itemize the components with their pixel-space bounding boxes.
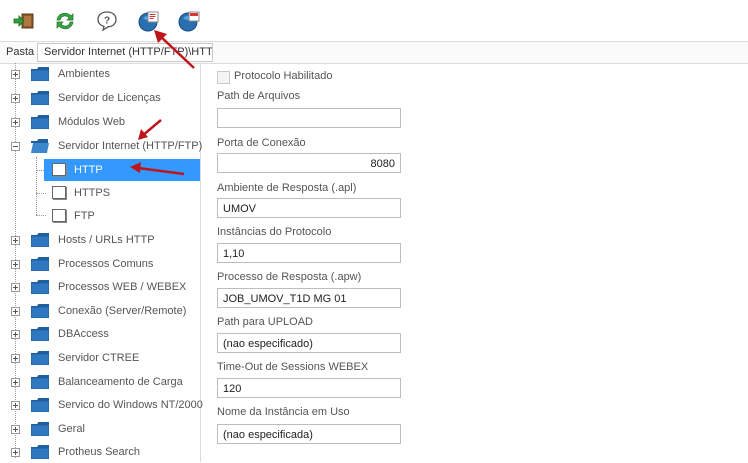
tree-item-label: Conexão (Server/Remote) bbox=[58, 305, 187, 317]
tree-item-label: FTP bbox=[74, 210, 95, 222]
ambiente-resposta-field[interactable]: UMOV bbox=[217, 198, 401, 218]
expand-icon[interactable] bbox=[11, 118, 20, 127]
config-icon[interactable] bbox=[177, 9, 201, 33]
tree-item-conexao[interactable]: Conexão (Server/Remote) bbox=[0, 300, 200, 322]
page-icon bbox=[52, 186, 66, 199]
folder-icon bbox=[31, 115, 49, 129]
tree-item-processos-comuns[interactable]: Processos Comuns bbox=[0, 253, 200, 275]
child-connector bbox=[36, 157, 37, 215]
tree-item-label: Processos Comuns bbox=[58, 258, 154, 270]
tree-item-servidor-internet[interactable]: Servidor Internet (HTTP/FTP) bbox=[0, 135, 203, 157]
tree-item-label: DBAccess bbox=[58, 328, 109, 340]
tree-item-label: Servidor Internet (HTTP/FTP) bbox=[58, 140, 203, 152]
protocolo-habilitado-checkbox[interactable] bbox=[217, 71, 230, 84]
tree-item-balanceamento[interactable]: Balanceamento de Carga bbox=[0, 371, 200, 393]
toolbar: ? bbox=[0, 0, 748, 40]
tree-item-geral[interactable]: Geral bbox=[0, 418, 200, 440]
tree-item-label: Processos WEB / WEBEX bbox=[58, 281, 187, 293]
svg-text:?: ? bbox=[104, 16, 110, 27]
tree-panel: Ambientes Servidor de Licenças Módulos W… bbox=[0, 63, 203, 463]
folder-icon bbox=[31, 375, 49, 389]
processo-resposta-label: Processo de Resposta (.apw) bbox=[217, 271, 362, 283]
tree-item-label: Servico do Windows NT/2000 bbox=[58, 399, 203, 411]
folder-icon bbox=[31, 398, 49, 412]
folder-icon bbox=[31, 233, 49, 247]
expand-icon[interactable] bbox=[11, 283, 20, 292]
expand-icon[interactable] bbox=[11, 260, 20, 269]
tree-item-servidor-licencas[interactable]: Servidor de Licenças bbox=[0, 87, 200, 109]
ambiente-resposta-label: Ambiente de Resposta (.apl) bbox=[217, 182, 357, 194]
tree-item-label: Servidor de Licenças bbox=[58, 92, 161, 104]
expand-icon[interactable] bbox=[11, 307, 20, 316]
folder-icon bbox=[31, 304, 49, 318]
expand-icon[interactable] bbox=[11, 94, 20, 103]
folder-icon bbox=[31, 91, 49, 105]
tree-item-label: Protheus Search bbox=[58, 446, 140, 458]
tree-item-label: Módulos Web bbox=[58, 116, 126, 128]
protocolo-habilitado-label: Protocolo Habilitado bbox=[234, 70, 333, 82]
tree-item-label: Hosts / URLs HTTP bbox=[58, 234, 155, 246]
path-label: Pasta bbox=[6, 46, 35, 58]
folder-icon bbox=[31, 257, 49, 271]
tree-item-modulos-web[interactable]: Módulos Web bbox=[0, 111, 200, 133]
folder-icon bbox=[31, 422, 49, 436]
properties-form: Protocolo Habilitado Path de Arquivos Po… bbox=[200, 63, 748, 462]
expand-icon[interactable] bbox=[11, 448, 20, 457]
tree-item-ambientes[interactable]: Ambientes bbox=[0, 63, 200, 85]
tree-item-label: Ambientes bbox=[58, 68, 110, 80]
path-upload-field[interactable]: (nao especificado) bbox=[217, 333, 401, 353]
expand-icon[interactable] bbox=[11, 425, 20, 434]
page-icon bbox=[52, 163, 66, 176]
expand-icon[interactable] bbox=[11, 354, 20, 363]
tree-item-label: Geral bbox=[58, 423, 85, 435]
nome-instancia-label: Nome da Instância em Uso bbox=[217, 406, 350, 418]
timeout-webex-field[interactable]: 120 bbox=[217, 378, 401, 398]
tree-item-hosts-urls[interactable]: Hosts / URLs HTTP bbox=[0, 229, 200, 251]
collapse-icon[interactable] bbox=[11, 142, 20, 151]
porta-conexao-field[interactable]: 8080 bbox=[217, 153, 401, 173]
path-arquivos-label: Path de Arquivos bbox=[217, 90, 301, 102]
open-folder-icon bbox=[31, 139, 49, 153]
path-arquivos-field[interactable] bbox=[217, 108, 401, 128]
tree-item-label: HTTP bbox=[74, 164, 103, 176]
tree-item-dbaccess[interactable]: DBAccess bbox=[0, 323, 200, 345]
path-upload-label: Path para UPLOAD bbox=[217, 316, 313, 328]
exit-icon[interactable] bbox=[12, 9, 36, 33]
porta-conexao-label: Porta de Conexão bbox=[217, 137, 306, 149]
processo-resposta-field[interactable]: JOB_UMOV_T1D MG 01 bbox=[217, 288, 401, 308]
tree-item-label: Balanceamento de Carga bbox=[58, 376, 183, 388]
tree-item-http[interactable]: HTTP bbox=[44, 159, 200, 181]
refresh-icon[interactable] bbox=[53, 9, 77, 33]
timeout-webex-label: Time-Out de Sessions WEBEX bbox=[217, 361, 369, 373]
folder-icon bbox=[31, 445, 49, 459]
tree-item-ftp[interactable]: FTP bbox=[44, 205, 200, 227]
edit-icon[interactable] bbox=[137, 9, 161, 33]
tree-item-label: HTTPS bbox=[74, 187, 111, 199]
nome-instancia-field[interactable]: (nao especificada) bbox=[217, 424, 401, 444]
expand-icon[interactable] bbox=[11, 401, 20, 410]
folder-icon bbox=[31, 67, 49, 81]
folder-icon bbox=[31, 351, 49, 365]
page-icon bbox=[52, 209, 66, 222]
folder-icon bbox=[31, 327, 49, 341]
instancias-field[interactable]: 1,10 bbox=[217, 243, 401, 263]
tree-item-servidor-ctree[interactable]: Servidor CTREE bbox=[0, 347, 200, 369]
tree-item-servico-windows[interactable]: Servico do Windows NT/2000 bbox=[0, 394, 203, 416]
tree-item-processos-web[interactable]: Processos WEB / WEBEX bbox=[0, 276, 200, 298]
expand-icon[interactable] bbox=[11, 70, 20, 79]
tree-item-label: Servidor CTREE bbox=[58, 352, 140, 364]
folder-icon bbox=[31, 280, 49, 294]
expand-icon[interactable] bbox=[11, 378, 20, 387]
instancias-label: Instâncias do Protocolo bbox=[217, 226, 332, 238]
help-icon[interactable]: ? bbox=[95, 9, 119, 33]
tree-item-protheus-search[interactable]: Protheus Search bbox=[0, 441, 200, 463]
path-field[interactable]: Servidor Internet (HTTP/FTP)\HTTP bbox=[37, 43, 213, 62]
expand-icon[interactable] bbox=[11, 330, 20, 339]
folder-path-bar: Pasta Servidor Internet (HTTP/FTP)\HTTP bbox=[0, 41, 748, 64]
expand-icon[interactable] bbox=[11, 236, 20, 245]
tree-item-https[interactable]: HTTPS bbox=[44, 182, 200, 204]
